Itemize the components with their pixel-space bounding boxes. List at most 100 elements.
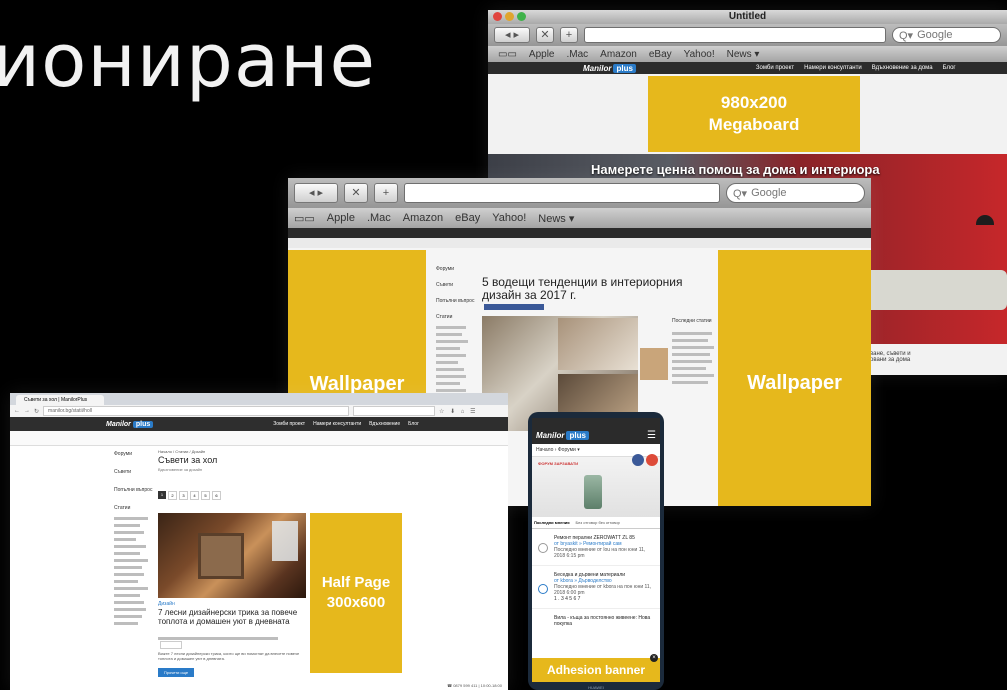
bookmark-yahoo[interactable]: Yahoo! <box>684 49 715 60</box>
bookmark-amazon[interactable]: Amazon <box>600 49 637 60</box>
address-bar[interactable]: manilor.bg/statii/holl <box>43 406 350 416</box>
hero-sofa <box>858 270 1007 310</box>
read-more-button[interactable]: Прочети още <box>158 668 194 677</box>
bookmark-apple[interactable]: Apple <box>529 49 555 60</box>
window-titlebar: Untitled <box>488 10 1007 24</box>
bookmark-mac[interactable]: .Mac <box>367 212 391 224</box>
sidebar-item[interactable]: Статии <box>114 505 160 511</box>
nav-item[interactable]: Вдъхновение <box>369 421 400 427</box>
bookmark-ebay[interactable]: eBay <box>649 49 672 60</box>
reload-icon[interactable]: ↻ <box>34 408 39 415</box>
forum-post[interactable]: Вила - къща за постоянно живеене: Нова п… <box>532 609 660 633</box>
close-light-icon[interactable] <box>493 12 502 21</box>
nav-item[interactable]: Намери консултанти <box>313 421 361 427</box>
nav-item[interactable]: Вдъхновение за дома <box>872 65 933 71</box>
article-excerpt: Вижте 7 лесни дизайнерски трика, които щ… <box>158 651 300 661</box>
nav-item[interactable]: Зомби проект <box>273 421 305 427</box>
sidebar-item[interactable]: Съвети <box>436 282 478 288</box>
post-status-icon <box>538 543 548 553</box>
post-last: Последно мнение от lou на пон юни 11, 20… <box>554 547 646 559</box>
pager-page[interactable]: 4 <box>190 491 199 500</box>
paint-roller-image <box>584 475 602 509</box>
back-forward-buttons[interactable]: ◂ ▸ <box>294 183 338 203</box>
toolbar-icons[interactable]: ☆ ⬇ ⌂ ☰ <box>439 408 477 415</box>
sidebar-item[interactable]: Статии <box>436 314 478 320</box>
window-title: Untitled <box>728 11 767 22</box>
article-title[interactable]: 7 лесни дизайнерски трика за повече топл… <box>158 608 313 626</box>
site-logo[interactable]: Manilor plus <box>583 63 636 73</box>
page-heading: Съвети за хол <box>158 455 218 465</box>
search-box[interactable] <box>353 406 436 416</box>
related-list <box>672 328 716 388</box>
pager-page[interactable]: 3 <box>179 491 188 500</box>
forward-arrow-icon[interactable]: → <box>24 408 30 414</box>
bookmark-news[interactable]: News ▾ <box>727 49 760 60</box>
wallpaper-right-ad[interactable]: Wallpaper <box>718 250 871 506</box>
megaboard-ad[interactable]: 980x200 Megaboard <box>648 76 860 152</box>
slide-title: ионирaне <box>0 18 377 104</box>
site-logo[interactable]: Manilor plus <box>536 430 589 440</box>
nav-item[interactable]: Блог <box>408 421 419 427</box>
back-forward-buttons[interactable]: ◂ ▸ <box>494 27 530 43</box>
browser-tab[interactable]: Съвети за хол | ManilorPlus <box>16 395 104 405</box>
menu-icon[interactable]: ☰ <box>647 430 656 441</box>
browser-toolbar: ← → ↻ manilor.bg/statii/holl ☆ ⬇ ⌂ ☰ <box>10 405 508 417</box>
pager-page[interactable]: 1 <box>158 491 166 499</box>
close-ad-icon[interactable]: × <box>650 654 658 662</box>
stop-button[interactable]: ✕ <box>536 27 554 43</box>
sidebar-item[interactable]: Форуми <box>436 266 478 272</box>
sidebar-item[interactable]: Форуми <box>114 451 160 457</box>
ad-type-label: Megaboard <box>708 115 800 134</box>
caption-text: ване, съвети и овани за дома <box>870 351 911 363</box>
bookmark-yahoo[interactable]: Yahoo! <box>492 212 526 224</box>
post-title[interactable]: Вила - къща за постоянно живеене: Нова п… <box>554 615 656 627</box>
sidebar-links <box>114 517 160 625</box>
facebook-icon[interactable] <box>632 454 644 466</box>
bookmark-apple[interactable]: Apple <box>327 212 355 224</box>
forum-post[interactable]: Ремонт перални ZEROWATT ZL 85 от bryaski… <box>532 529 660 566</box>
book-icon[interactable]: ▭▭ <box>498 49 517 60</box>
bookmark-news[interactable]: News ▾ <box>538 212 574 225</box>
article-thumb <box>640 348 668 380</box>
social-icons <box>632 454 658 466</box>
secondary-nav <box>288 238 871 248</box>
add-bookmark-button[interactable]: + <box>560 27 578 43</box>
address-bar[interactable] <box>404 183 720 203</box>
article-tag[interactable]: Дизайн <box>158 601 175 607</box>
half-page-ad[interactable]: Half Page 300x600 <box>310 513 402 673</box>
tab-latest[interactable]: Последни мнения <box>534 520 570 525</box>
sidebar-item[interactable]: Съвети <box>114 469 160 475</box>
adhesion-banner-ad[interactable]: Adhesion banner <box>532 658 660 682</box>
stop-button[interactable]: ✕ <box>344 183 368 203</box>
post-pages[interactable]: 1 . 3 4 5 6 7 <box>554 596 656 602</box>
search-box[interactable]: Q▾ Google <box>726 183 865 203</box>
minimize-light-icon[interactable] <box>505 12 514 21</box>
nav-item[interactable]: Намери консултанти <box>804 65 862 71</box>
nav-item[interactable]: Зомби проект <box>756 65 794 71</box>
nav-item[interactable]: Блог <box>943 65 956 71</box>
bookmark-ebay[interactable]: eBay <box>455 212 480 224</box>
footer-phone[interactable]: ☎ 0879 599 411 | 10:00-18:00 <box>447 683 502 688</box>
google-plus-icon[interactable] <box>646 454 658 466</box>
pager-page[interactable]: 2 <box>168 491 177 500</box>
share-buttons[interactable] <box>484 304 544 310</box>
hero-text: Намерете ценна помощ за дома и интериора <box>591 162 880 177</box>
address-bar[interactable] <box>584 27 886 43</box>
book-icon[interactable]: ▭▭ <box>294 212 315 225</box>
share-button[interactable] <box>160 641 182 649</box>
add-bookmark-button[interactable]: + <box>374 183 398 203</box>
sidebar-item[interactable]: Попълни въпрос <box>114 487 160 493</box>
tab-unanswered[interactable]: Без отговор без отговор <box>576 520 620 525</box>
front-browser-window: Съвети за хол | ManilorPlus ← → ↻ manilo… <box>10 393 508 690</box>
sidebar-links <box>436 326 478 399</box>
back-arrow-icon[interactable]: ← <box>14 408 20 414</box>
forum-post[interactable]: Беседка и дървени материали от kbora » Д… <box>532 566 660 609</box>
site-logo[interactable]: Manilor plus <box>106 420 154 428</box>
search-box[interactable]: Q▾ Google <box>892 27 1001 43</box>
bookmark-amazon[interactable]: Amazon <box>403 212 443 224</box>
bookmark-mac[interactable]: .Mac <box>566 49 588 60</box>
zoom-light-icon[interactable] <box>517 12 526 21</box>
pager-page[interactable]: 5 <box>201 491 210 500</box>
sidebar-item[interactable]: Попълни въпрос <box>436 298 478 304</box>
pager-page[interactable]: 6 <box>212 491 221 500</box>
